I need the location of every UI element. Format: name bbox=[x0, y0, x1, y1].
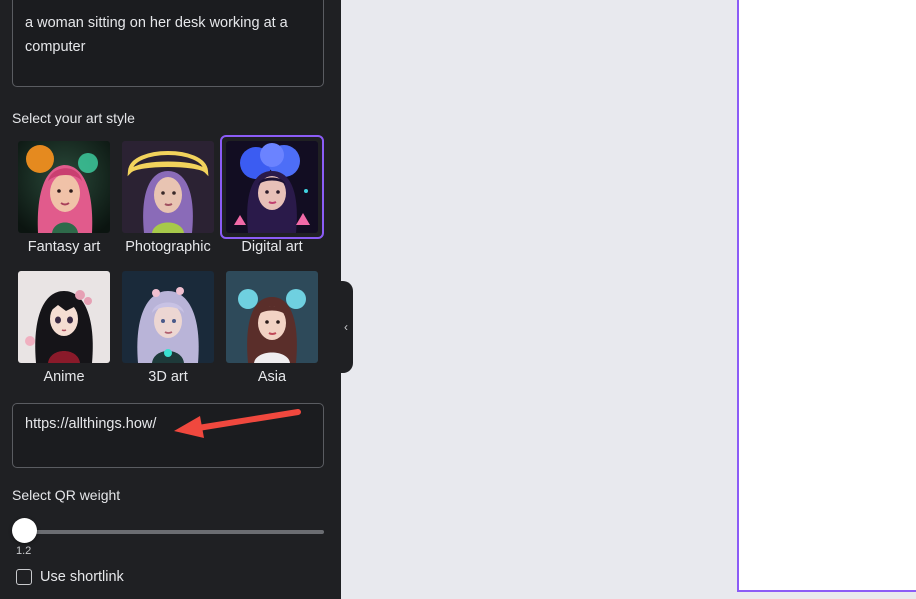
style-label: 3D art bbox=[148, 369, 188, 385]
asia-thumbnail bbox=[226, 271, 318, 363]
3d-art-thumbnail bbox=[122, 271, 214, 363]
url-input-value: https://allthings.how/ bbox=[25, 416, 157, 432]
style-tile-asia[interactable]: Asia bbox=[220, 266, 320, 391]
qr-weight-value: 1.2 bbox=[16, 545, 32, 557]
qr-weight-slider-handle[interactable] bbox=[12, 518, 37, 543]
fantasy-art-thumbnail bbox=[18, 141, 110, 233]
side-panel: a woman sitting on her desk working at a… bbox=[0, 0, 341, 599]
anime-thumbnail bbox=[18, 271, 110, 363]
red-arrow-icon bbox=[174, 409, 301, 438]
style-tile-photographic[interactable]: Photographic bbox=[116, 136, 216, 261]
design-canvas-page[interactable] bbox=[737, 0, 916, 592]
digital-art-thumbnail bbox=[226, 141, 318, 233]
style-label: Asia bbox=[257, 369, 287, 385]
art-style-heading: Select your art style bbox=[12, 110, 135, 126]
chevron-left-icon: ‹ bbox=[344, 320, 348, 334]
qr-weight-slider-track[interactable] bbox=[24, 530, 324, 534]
style-tile-fantasy-art[interactable]: Fantasy art bbox=[12, 136, 112, 261]
shortlink-checkbox[interactable] bbox=[16, 569, 32, 585]
style-label: Photographic bbox=[125, 239, 211, 255]
style-tile-3d-art[interactable]: 3D art bbox=[116, 266, 216, 391]
photographic-thumbnail bbox=[122, 141, 214, 233]
style-label: Fantasy art bbox=[27, 239, 101, 255]
style-tile-anime[interactable]: Anime bbox=[12, 266, 112, 391]
prompt-text: a woman sitting on her desk working at a… bbox=[25, 15, 288, 55]
prompt-textarea[interactable]: a woman sitting on her desk working at a… bbox=[12, 0, 324, 87]
collapse-panel-button[interactable]: ‹ bbox=[339, 281, 353, 373]
style-tile-digital-art[interactable]: Digital art bbox=[220, 135, 324, 261]
style-label: Anime bbox=[43, 369, 85, 385]
shortlink-label: Use shortlink bbox=[40, 569, 124, 585]
style-label: Digital art bbox=[241, 239, 303, 255]
qr-weight-heading: Select QR weight bbox=[12, 487, 121, 503]
shortlink-option[interactable]: Use shortlink bbox=[16, 569, 124, 585]
